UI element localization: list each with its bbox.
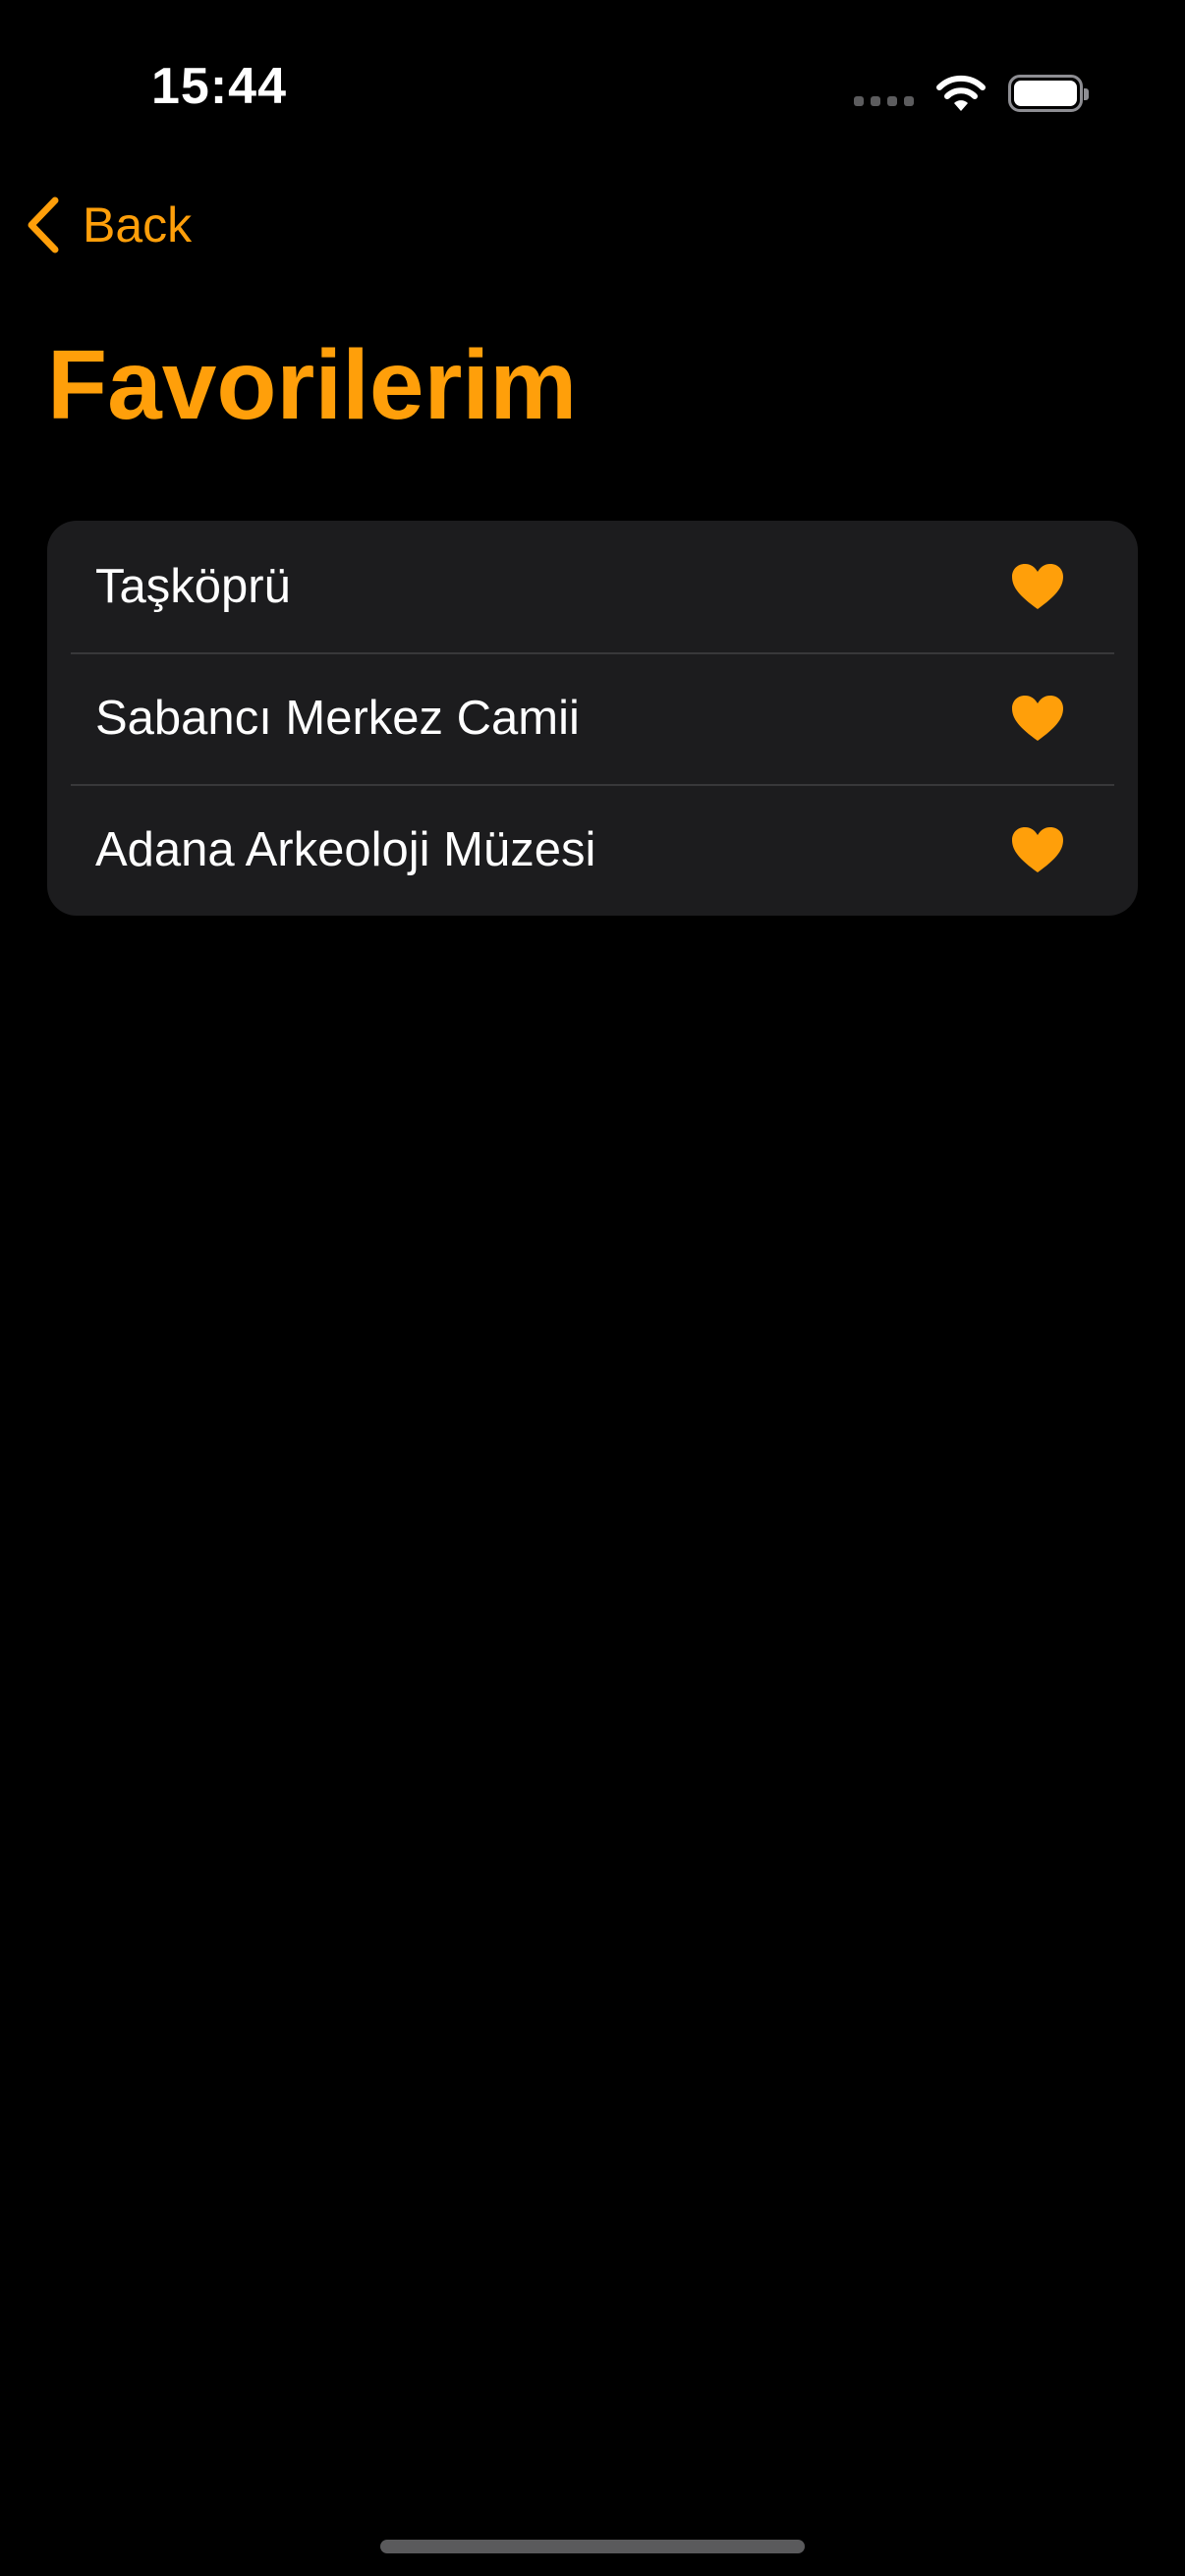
- home-indicator[interactable]: [380, 2540, 805, 2553]
- favorite-name: Sabancı Merkez Camii: [95, 692, 580, 745]
- status-indicators: [854, 69, 1089, 118]
- page-title: Favorilerim: [47, 330, 578, 440]
- favorites-list: Taşköprü Sabancı Merkez Camii Adana Arke…: [47, 521, 1138, 916]
- heart-icon[interactable]: [1010, 825, 1065, 874]
- favorite-name: Taşköprü: [95, 560, 291, 613]
- list-item[interactable]: Adana Arkeoloji Müzesi: [47, 784, 1138, 916]
- battery-icon: [1008, 75, 1089, 112]
- heart-icon[interactable]: [1010, 694, 1065, 743]
- chevron-left-icon: [28, 196, 59, 253]
- favorite-name: Adana Arkeoloji Müzesi: [95, 823, 596, 876]
- list-item[interactable]: Taşköprü: [47, 521, 1138, 652]
- cellular-signal-icon: [854, 96, 914, 106]
- back-label: Back: [83, 197, 193, 252]
- wifi-icon: [936, 75, 986, 111]
- status-time: 15:44: [151, 58, 287, 115]
- back-button[interactable]: Back: [26, 196, 192, 253]
- heart-icon[interactable]: [1010, 562, 1065, 611]
- list-item[interactable]: Sabancı Merkez Camii: [47, 652, 1138, 784]
